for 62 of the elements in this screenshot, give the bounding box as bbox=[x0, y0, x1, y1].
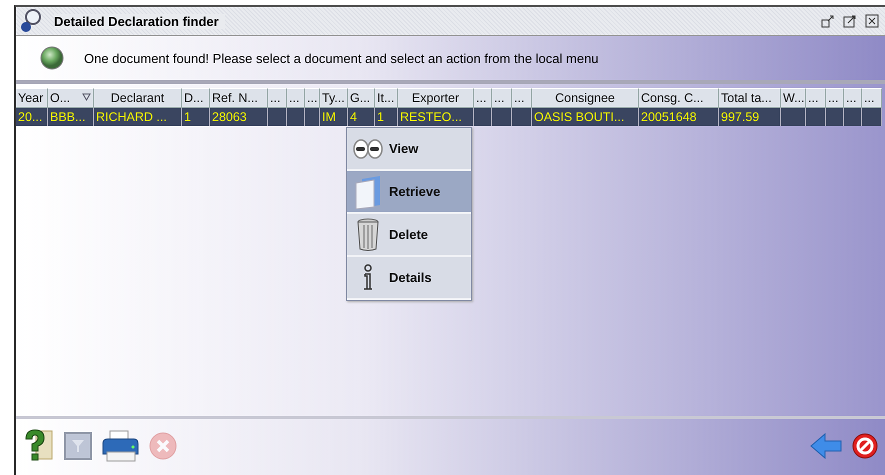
stop-icon[interactable] bbox=[851, 432, 879, 460]
column-header[interactable]: Ref. N... bbox=[210, 88, 268, 108]
table-cell bbox=[512, 108, 532, 126]
column-header[interactable]: ... bbox=[305, 88, 320, 108]
column-header[interactable]: ... bbox=[844, 88, 862, 108]
table-cell: 1 bbox=[182, 108, 210, 126]
table-cell: 20... bbox=[16, 108, 48, 126]
table-cell: 28063 bbox=[210, 108, 268, 126]
column-header[interactable]: It... bbox=[375, 88, 398, 108]
status-light-icon bbox=[40, 46, 64, 70]
table-cell: RICHARD ... bbox=[94, 108, 182, 126]
table-cell bbox=[268, 108, 287, 126]
column-header[interactable]: O... bbox=[48, 88, 94, 108]
column-header[interactable]: ... bbox=[826, 88, 844, 108]
close-icon[interactable] bbox=[865, 14, 879, 28]
table-cell bbox=[781, 108, 806, 126]
column-header[interactable]: ... bbox=[862, 88, 882, 108]
table-cell bbox=[305, 108, 320, 126]
table-cell bbox=[844, 108, 862, 126]
table-cell: BBB... bbox=[48, 108, 94, 126]
column-header[interactable]: ... bbox=[474, 88, 492, 108]
menu-item[interactable]: Details bbox=[347, 257, 471, 300]
table-cell: RESTEO... bbox=[398, 108, 474, 126]
table-cell: 997.59 bbox=[719, 108, 781, 126]
info-icon bbox=[362, 264, 374, 292]
menu-item[interactable]: Delete bbox=[347, 214, 471, 257]
table-cell bbox=[806, 108, 826, 126]
folder-icon bbox=[354, 174, 382, 208]
column-header[interactable]: Consg. C... bbox=[639, 88, 719, 108]
column-header[interactable]: ... bbox=[806, 88, 826, 108]
table-cell: IM bbox=[320, 108, 348, 126]
table-cell: 20051648 bbox=[639, 108, 719, 126]
table-cell bbox=[826, 108, 844, 126]
table-cell bbox=[474, 108, 492, 126]
restore-icon[interactable] bbox=[821, 14, 835, 28]
column-header[interactable]: ... bbox=[512, 88, 532, 108]
table-cell: 4 bbox=[348, 108, 375, 126]
printer-icon[interactable] bbox=[100, 428, 140, 462]
column-header[interactable]: Declarant bbox=[94, 88, 182, 108]
eyes-icon bbox=[353, 138, 383, 158]
column-header[interactable]: ... bbox=[268, 88, 287, 108]
column-header[interactable]: Total ta... bbox=[719, 88, 781, 108]
window-title: Detailed Declaration finder bbox=[54, 14, 225, 28]
column-header[interactable]: Ty... bbox=[320, 88, 348, 108]
table-cell bbox=[862, 108, 882, 126]
table-cell: OASIS BOUTI... bbox=[532, 108, 639, 126]
column-header[interactable]: ... bbox=[287, 88, 305, 108]
column-header[interactable]: Exporter bbox=[398, 88, 474, 108]
column-header[interactable]: Year bbox=[16, 88, 48, 108]
menu-item[interactable]: Retrieve bbox=[347, 171, 471, 214]
column-header[interactable]: ... bbox=[492, 88, 512, 108]
table-cell: 1 bbox=[375, 108, 398, 126]
trash-icon bbox=[357, 218, 379, 252]
column-header[interactable]: Consignee bbox=[532, 88, 639, 108]
maximize-icon[interactable] bbox=[843, 14, 857, 28]
column-header[interactable]: D... bbox=[182, 88, 210, 108]
status-message: One document found! Please select a document and select an action from the local menu bbox=[84, 50, 599, 66]
menu-item[interactable]: View bbox=[347, 128, 471, 171]
column-header[interactable]: G... bbox=[348, 88, 375, 108]
table-cell bbox=[492, 108, 512, 126]
column-header[interactable]: W... bbox=[781, 88, 806, 108]
table-cell bbox=[287, 108, 305, 126]
